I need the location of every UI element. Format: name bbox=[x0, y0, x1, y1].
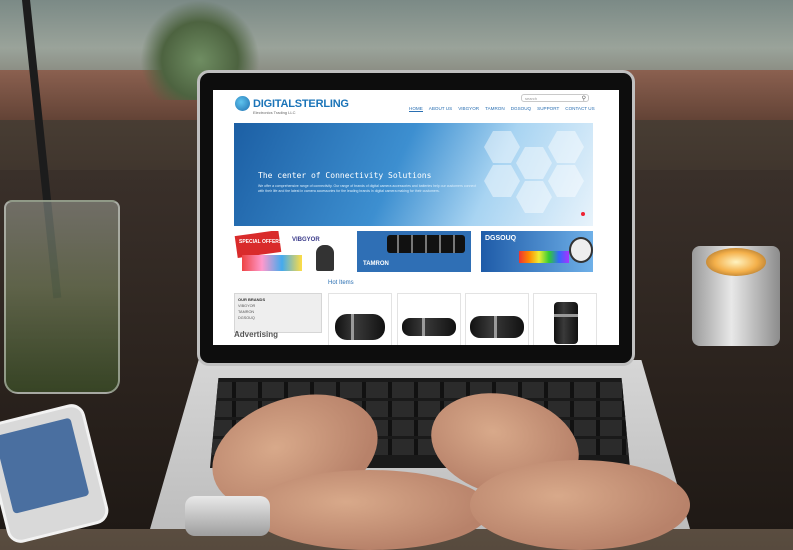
tamron-label: TAMRON bbox=[363, 261, 389, 267]
product-colors bbox=[519, 251, 569, 263]
person-figure bbox=[316, 245, 334, 271]
search-input[interactable]: search ⚲ bbox=[521, 94, 589, 102]
hot-item[interactable] bbox=[533, 293, 597, 345]
lens-image bbox=[554, 302, 578, 344]
vibgyor-label: VIBGYOR bbox=[292, 237, 320, 243]
special-offers-label: SPECIAL OFFERS bbox=[239, 239, 283, 245]
logo-text: DIGITALSTERLING bbox=[253, 97, 349, 110]
dgsouq-label: DGSOUQ bbox=[485, 235, 517, 242]
forearms bbox=[470, 460, 690, 550]
site-logo[interactable]: DIGITALSTERLING bbox=[235, 96, 349, 111]
key-row bbox=[210, 382, 630, 398]
lens-image bbox=[335, 314, 385, 340]
hot-items-title: Hot Items bbox=[328, 280, 354, 286]
phone-screen bbox=[0, 417, 90, 514]
nav-tamron[interactable]: TAMRON bbox=[485, 106, 505, 112]
promo-vibgyor[interactable]: SPECIAL OFFERS VIBGYOR bbox=[234, 231, 352, 272]
forearms bbox=[250, 470, 490, 550]
number-one-graphic bbox=[569, 237, 593, 263]
product-colors bbox=[242, 255, 302, 271]
lens-ring bbox=[422, 318, 425, 336]
lens-image bbox=[402, 318, 456, 336]
hex-decoration bbox=[484, 131, 520, 163]
hex-decoration bbox=[516, 147, 552, 179]
slider-dot[interactable] bbox=[581, 212, 585, 216]
lens-row bbox=[387, 235, 465, 253]
hot-item[interactable] bbox=[397, 293, 461, 345]
lens-ring bbox=[494, 316, 497, 338]
logo-mark-icon bbox=[235, 96, 250, 111]
hex-decoration bbox=[548, 165, 584, 197]
lens-ring bbox=[554, 314, 578, 317]
brand-link-dgsouq[interactable]: DGSOUQ bbox=[235, 315, 321, 321]
lens-image bbox=[470, 316, 524, 338]
brands-title: OUR BRANDS bbox=[238, 297, 266, 302]
lens-ring bbox=[351, 314, 354, 340]
nav-home[interactable]: HOME bbox=[409, 106, 423, 112]
banner-text: We offer a comprehensive range of connec… bbox=[258, 184, 477, 193]
nav-dgsouq[interactable]: DGSOUQ bbox=[511, 106, 531, 112]
hero-banner[interactable]: The center of Connectivity Solutions We … bbox=[234, 123, 593, 226]
candle-flame bbox=[706, 248, 766, 276]
search-icon[interactable]: ⚲ bbox=[582, 95, 586, 103]
laptop-screen-website: DIGITALSTERLING Electronics Trading LLC … bbox=[213, 90, 619, 345]
hex-decoration bbox=[516, 181, 552, 213]
drink-glass bbox=[4, 200, 120, 394]
brands-sidebar: OUR BRANDS VIBGYOR TAMRON DGSOUQ bbox=[234, 293, 322, 333]
promo-tamron[interactable]: TAMRON bbox=[357, 231, 471, 272]
hot-item[interactable] bbox=[328, 293, 392, 345]
hex-decoration bbox=[548, 131, 584, 163]
banner-title: The center of Connectivity Solutions bbox=[258, 171, 432, 180]
search-placeholder: search bbox=[525, 96, 538, 101]
wristwatch bbox=[185, 496, 270, 536]
nav-vibgyor[interactable]: VIBGYOR bbox=[458, 106, 479, 112]
logo-subtitle: Electronics Trading LLC bbox=[253, 110, 296, 115]
nav-contact-us[interactable]: CONTACT US bbox=[565, 106, 594, 112]
advertising-title: Advertising bbox=[234, 330, 279, 339]
nav-about-us[interactable]: ABOUT US bbox=[429, 106, 452, 112]
hex-decoration bbox=[484, 165, 520, 197]
promo-dgsouq[interactable]: DGSOUQ bbox=[481, 231, 593, 272]
nav-support[interactable]: SUPPORT bbox=[537, 106, 559, 112]
hot-item[interactable] bbox=[465, 293, 529, 345]
main-nav: HOME ABOUT US VIBGYOR TAMRON DGSOUQ SUPP… bbox=[409, 106, 595, 112]
